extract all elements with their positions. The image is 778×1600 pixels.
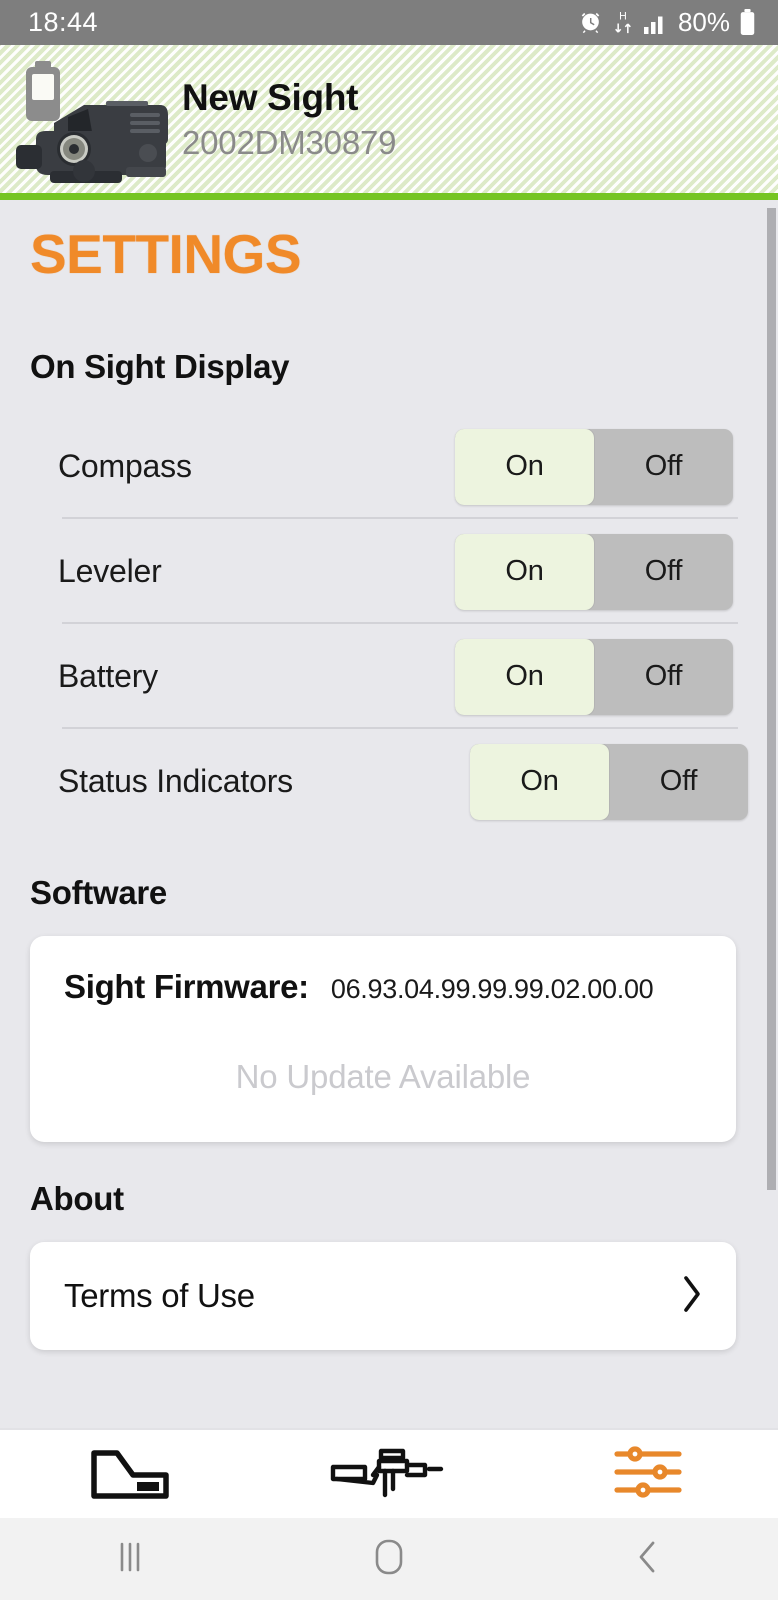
hspa-data-icon: H xyxy=(612,9,634,36)
back-button[interactable] xyxy=(519,1537,778,1582)
section-heading-about: About xyxy=(30,1180,124,1217)
setting-label: Leveler xyxy=(58,553,162,589)
alarm-icon xyxy=(578,10,603,35)
signal-bars-icon xyxy=(643,11,669,35)
settings-tab[interactable] xyxy=(519,1443,778,1506)
setting-label: Status Indicators xyxy=(58,763,293,799)
status-indicators-toggle-off[interactable]: Off xyxy=(609,744,748,820)
battery-toggle-off[interactable]: Off xyxy=(594,639,733,715)
page-title: SETTINGS xyxy=(30,223,302,285)
setting-row-battery[interactable]: Battery On Off xyxy=(0,624,778,729)
sliders-icon xyxy=(613,1443,683,1506)
firmware-label: Sight Firmware: xyxy=(64,968,309,1005)
chevron-right-icon xyxy=(680,1273,704,1320)
back-chevron-icon xyxy=(633,1537,663,1582)
status-bar: 18:44 H 80% xyxy=(0,0,778,45)
section-heading-on-sight-display: On Sight Display xyxy=(30,348,290,385)
sight-tab[interactable] xyxy=(0,1443,259,1506)
status-icons: H 80% xyxy=(578,7,756,38)
rifle-icon xyxy=(329,1445,449,1504)
on-sight-display-rows: Compass On Off Leveler On Off Battery On xyxy=(0,414,778,834)
battery-toggle[interactable]: On Off xyxy=(455,638,733,715)
about-card: Terms of Use xyxy=(30,1242,736,1350)
battery-toggle-on[interactable]: On xyxy=(455,638,594,715)
firmware-row: Sight Firmware: 06.93.04.99.99.99.02.00.… xyxy=(30,936,736,1006)
leveler-toggle[interactable]: On Off xyxy=(455,533,733,610)
settings-scroll-area[interactable]: SETTINGS On Sight Display Compass On Off… xyxy=(0,200,778,1428)
recents-button[interactable] xyxy=(0,1538,259,1581)
svg-text:H: H xyxy=(619,11,627,23)
battery-icon xyxy=(739,9,756,36)
app-screen: 18:44 H 80% New Sight 2002DM30879 SETTIN… xyxy=(0,0,778,1600)
setting-label: Battery xyxy=(58,658,158,694)
status-time: 18:44 xyxy=(28,7,99,37)
software-card: Sight Firmware: 06.93.04.99.99.99.02.00.… xyxy=(30,936,736,1142)
section-heading-software: Software xyxy=(30,874,167,911)
setting-row-leveler[interactable]: Leveler On Off xyxy=(0,519,778,624)
android-nav-bar xyxy=(0,1518,778,1600)
terms-of-use-row[interactable]: Terms of Use xyxy=(30,1242,736,1350)
status-indicators-toggle-on[interactable]: On xyxy=(470,743,609,820)
home-button[interactable] xyxy=(259,1537,518,1582)
compass-toggle-off[interactable]: Off xyxy=(594,429,733,505)
compass-toggle-on[interactable]: On xyxy=(455,428,594,505)
bottom-tab-bar xyxy=(0,1428,778,1518)
setting-row-status-indicators[interactable]: Status Indicators On Off xyxy=(0,729,778,834)
setting-label: Compass xyxy=(58,448,192,484)
battery-percent-label: 80% xyxy=(677,7,730,37)
status-indicators-toggle[interactable]: On Off xyxy=(470,743,748,820)
device-serial: 2002DM30879 xyxy=(182,124,397,162)
recents-icon xyxy=(110,1538,150,1581)
device-text-block: New Sight 2002DM30879 xyxy=(182,76,397,162)
leveler-toggle-off[interactable]: Off xyxy=(594,534,733,610)
firmware-version: 06.93.04.99.99.99.02.00.00 xyxy=(330,974,654,1004)
device-name: New Sight xyxy=(182,76,359,118)
holographic-sight-image xyxy=(10,83,180,193)
firmware-update-status: No Update Available xyxy=(235,1058,531,1095)
setting-row-compass[interactable]: Compass On Off xyxy=(0,414,778,519)
leveler-toggle-on[interactable]: On xyxy=(455,533,594,610)
firearm-tab[interactable] xyxy=(259,1445,518,1504)
compass-toggle[interactable]: On Off xyxy=(455,428,733,505)
sight-icon xyxy=(89,1443,171,1506)
terms-of-use-label: Terms of Use xyxy=(64,1277,255,1314)
home-icon xyxy=(372,1537,406,1582)
device-header[interactable]: New Sight 2002DM30879 xyxy=(0,45,778,200)
